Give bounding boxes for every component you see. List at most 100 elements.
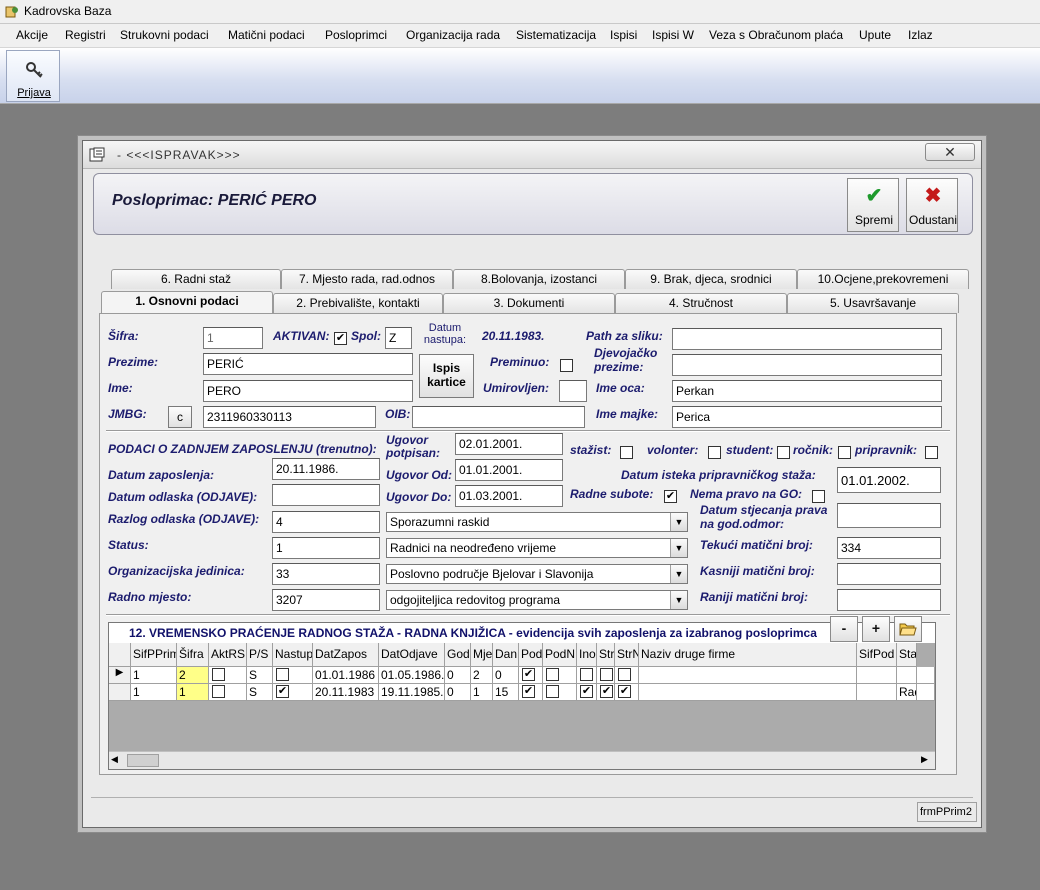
grid-cell-mje[interactable]: 2: [471, 667, 493, 684]
grid-checkbox[interactable]: ✔: [522, 685, 535, 698]
student-checkbox[interactable]: [777, 446, 790, 459]
datum-stjecanja-field[interactable]: [837, 503, 941, 528]
grid-cell-datzapos[interactable]: 01.01.1986: [313, 667, 379, 684]
grid-col-header[interactable]: Sta: [897, 643, 917, 667]
scroll-left-icon[interactable]: ◀: [111, 754, 118, 765]
row-selector[interactable]: [109, 684, 131, 701]
grid-checkbox[interactable]: [546, 685, 559, 698]
rm-combo[interactable]: odgojiteljica redovitog programa ▼: [386, 590, 688, 610]
grid-col-header[interactable]: AktRS: [209, 643, 247, 667]
grid-col-header[interactable]: Str: [597, 643, 615, 667]
tab-dokumenti[interactable]: 3. Dokumenti: [443, 293, 615, 313]
row-selector[interactable]: ▶: [109, 667, 131, 684]
nema-pravo-checkbox[interactable]: [812, 490, 825, 503]
open-folder-button[interactable]: [894, 616, 922, 642]
chevron-down-icon[interactable]: ▼: [670, 591, 687, 609]
grid-cell-pod[interactable]: ✔: [519, 667, 543, 684]
grid-cell-strn[interactable]: ✔: [615, 684, 639, 701]
grid-col-header[interactable]: Pod: [519, 643, 543, 667]
menu-strukovni-podaci[interactable]: Strukovni podaci: [120, 28, 209, 42]
grid-col-header[interactable]: Šifra: [177, 643, 209, 667]
c-button[interactable]: c: [168, 406, 192, 428]
grid-col-header[interactable]: Dan: [493, 643, 519, 667]
rm-sifra-field[interactable]: 3207: [272, 589, 380, 611]
grid-checkbox[interactable]: ✔: [580, 685, 593, 698]
spol-field[interactable]: Z: [385, 327, 412, 349]
grid-cell-aktrs[interactable]: [209, 667, 247, 684]
grid-cell-strn[interactable]: [615, 667, 639, 684]
grid-cell-nastup[interactable]: ✔: [273, 684, 313, 701]
chevron-down-icon[interactable]: ▼: [670, 539, 687, 557]
grid-cell-aktrs[interactable]: [209, 684, 247, 701]
grid-checkbox[interactable]: ✔: [618, 685, 631, 698]
ugovor-od-field[interactable]: 01.01.2001.: [455, 459, 563, 481]
grid-cell-dan[interactable]: 15: [493, 684, 519, 701]
grid-col-header[interactable]: Mje: [471, 643, 493, 667]
grid-cell-god[interactable]: 0: [445, 667, 471, 684]
menu-veza-obracun[interactable]: Veza s Obračunom plaća: [709, 28, 843, 42]
grid-checkbox[interactable]: ✔: [600, 685, 613, 698]
horizontal-scrollbar[interactable]: ◀ ▶: [109, 751, 935, 769]
grid-cell-ino[interactable]: ✔: [577, 684, 597, 701]
tab-usavrsavanje[interactable]: 5. Usavršavanje: [787, 293, 959, 313]
grid-cell-podn[interactable]: [543, 684, 577, 701]
menu-maticni-podaci[interactable]: Matični podaci: [228, 28, 305, 42]
cancel-button[interactable]: ✖ Odustani: [906, 178, 958, 232]
menu-organizacija-rada[interactable]: Organizacija rada: [406, 28, 500, 42]
datum-pripravnicki-field[interactable]: 01.01.2002.: [837, 467, 941, 493]
close-button[interactable]: ✕: [925, 143, 975, 161]
sifra-field[interactable]: 1: [203, 327, 263, 349]
status-sifra-field[interactable]: 1: [272, 537, 380, 559]
grid-cell-str[interactable]: ✔: [597, 684, 615, 701]
grid-cell-mje[interactable]: 1: [471, 684, 493, 701]
grid-cell-sta[interactable]: [897, 667, 917, 684]
grid-cell-sifpod[interactable]: [857, 667, 897, 684]
grid-checkbox[interactable]: [546, 668, 559, 681]
oib-field[interactable]: [412, 406, 585, 428]
scroll-right-icon[interactable]: ▶: [921, 754, 928, 765]
ime-oca-field[interactable]: Perkan: [672, 380, 942, 402]
grid-cell-ps[interactable]: S: [247, 667, 273, 684]
grid-col-header[interactable]: PodN: [543, 643, 577, 667]
grid-checkbox[interactable]: ✔: [276, 685, 289, 698]
djevojacko-field[interactable]: [672, 354, 942, 376]
grid-col-header[interactable]: StrN: [615, 643, 639, 667]
grid-checkbox[interactable]: [276, 668, 289, 681]
menu-ispisi-w[interactable]: Ispisi W: [652, 28, 694, 42]
grid-col-header[interactable]: Naziv druge firme: [639, 643, 857, 667]
tab-brak-djeca[interactable]: 9. Brak, djeca, srodnici: [625, 269, 797, 289]
menu-izlaz[interactable]: Izlaz: [908, 28, 933, 42]
tekuci-mb-field[interactable]: 334: [837, 537, 941, 559]
grid-col-header[interactable]: SifPPrim: [131, 643, 177, 667]
radne-subote-checkbox[interactable]: ✔: [664, 490, 677, 503]
tab-strucnost[interactable]: 4. Stručnost: [615, 293, 787, 313]
grid-cell-sifpod[interactable]: [857, 684, 897, 701]
grid-col-header[interactable]: DatOdjave: [379, 643, 445, 667]
grid-cell-datodjave[interactable]: 19.11.1985.: [379, 684, 445, 701]
tab-prebivaliste[interactable]: 2. Prebivalište, kontakti: [273, 293, 443, 313]
razlog-combo[interactable]: Sporazumni raskid ▼: [386, 512, 688, 532]
grid-cell-god[interactable]: 0: [445, 684, 471, 701]
kasniji-mb-field[interactable]: [837, 563, 941, 585]
grid-cell-naziv[interactable]: [639, 684, 857, 701]
grid-cell-ps[interactable]: S: [247, 684, 273, 701]
grid-col-header[interactable]: P/S: [247, 643, 273, 667]
grid-cell-dan[interactable]: 0: [493, 667, 519, 684]
grid-cell-datodjave[interactable]: 01.05.1986.: [379, 667, 445, 684]
grid-col-header[interactable]: SifPod: [857, 643, 897, 667]
grid-cell-nastup[interactable]: [273, 667, 313, 684]
status-combo[interactable]: Radnici na neodređeno vrijeme ▼: [386, 538, 688, 558]
preminuo-checkbox[interactable]: [560, 359, 573, 372]
grid-checkbox[interactable]: [580, 668, 593, 681]
volonter-checkbox[interactable]: [708, 446, 721, 459]
save-button[interactable]: ✔ Spremi: [847, 178, 899, 232]
ugovor-do-field[interactable]: 01.03.2001.: [455, 485, 563, 507]
prezime-field[interactable]: PERIĆ: [203, 353, 413, 375]
grid-cell-sifpprim[interactable]: 1: [131, 667, 177, 684]
grid-cell-str[interactable]: [597, 667, 615, 684]
menu-posloprimci[interactable]: Posloprimci: [325, 28, 387, 42]
grid-col-header[interactable]: DatZapos: [313, 643, 379, 667]
stazist-checkbox[interactable]: [620, 446, 633, 459]
grid-cell-sifpprim[interactable]: 1: [131, 684, 177, 701]
grid-cell-naziv[interactable]: [639, 667, 857, 684]
